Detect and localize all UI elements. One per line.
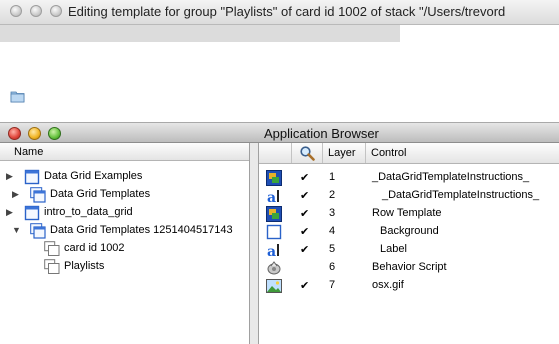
control-row[interactable]: ✔ 7 osx.gif xyxy=(259,277,559,295)
visible-column-header[interactable] xyxy=(292,143,323,163)
app-browser-title: Application Browser xyxy=(264,126,379,141)
minimize-button[interactable] xyxy=(28,127,41,140)
substack-icon xyxy=(30,223,46,239)
background-toolbar xyxy=(0,25,400,42)
control-row[interactable]: ✔ 4 Background xyxy=(259,223,559,241)
visible-checkmark[interactable]: ✔ xyxy=(300,171,309,184)
tree-item-playlists[interactable]: Playlists xyxy=(0,258,249,276)
magnifier-icon xyxy=(299,145,315,164)
expand-triangle-icon[interactable]: ▶ xyxy=(6,208,15,217)
tree-item-data-grid-templates[interactable]: ▶ Data Grid Templates xyxy=(0,186,249,204)
visible-checkmark[interactable]: ✔ xyxy=(300,207,309,220)
svg-text:a: a xyxy=(267,244,276,258)
tree-item-card-id-1002[interactable]: card id 1002 xyxy=(0,240,249,258)
visible-checkmark[interactable]: ✔ xyxy=(300,189,309,202)
tree-item-data-grid-templates-1251404517143[interactable]: ▼ Data Grid Templates 1251404517143 xyxy=(0,222,249,240)
collapse-triangle-icon[interactable]: ▼ xyxy=(12,226,21,235)
group-icon xyxy=(266,206,282,222)
visible-checkmark[interactable]: ✔ xyxy=(300,243,309,256)
pane-splitter[interactable] xyxy=(250,143,259,344)
expand-triangle-icon[interactable]: ▶ xyxy=(12,190,21,199)
substack-icon xyxy=(30,187,46,203)
zoom-button[interactable] xyxy=(48,127,61,140)
stack-icon xyxy=(24,205,40,221)
control-column-header[interactable]: Control xyxy=(366,143,559,163)
background-window-titlebar: Editing template for group "Playlists" o… xyxy=(0,0,559,25)
control-row[interactable]: ✔ 1 _DataGridTemplateInstructions_ xyxy=(259,169,559,187)
image-icon xyxy=(266,278,282,294)
visible-checkmark[interactable]: ✔ xyxy=(300,225,309,238)
control-row[interactable]: a ✔ 2 _DataGridTemplateInstructions_ xyxy=(259,187,559,206)
app-browser-titlebar: Application Browser xyxy=(0,122,559,143)
field-icon: a xyxy=(266,188,282,206)
name-column-header[interactable]: Name xyxy=(0,143,249,161)
tree-item-intro-to-data-grid[interactable]: ▶ intro_to_data_grid xyxy=(0,204,249,222)
close-button[interactable] xyxy=(10,5,22,17)
type-column-header[interactable] xyxy=(259,143,292,163)
field-icon: a xyxy=(266,242,282,260)
control-row[interactable]: 6 Behavior Script xyxy=(259,259,559,277)
group-icon xyxy=(266,170,282,186)
graphic-icon xyxy=(266,224,282,240)
behavior-script-icon xyxy=(266,260,282,276)
tree-item-data-grid-examples[interactable]: ▶ Data Grid Examples xyxy=(0,168,249,186)
control-row[interactable]: ✔ 3 Row Template xyxy=(259,205,559,223)
control-row[interactable]: a ✔ 5 Label xyxy=(259,241,559,260)
window-title: Editing template for group "Playlists" o… xyxy=(68,4,506,19)
expand-triangle-icon[interactable]: ▶ xyxy=(6,172,15,181)
card-icon xyxy=(44,241,60,257)
close-button[interactable] xyxy=(8,127,21,140)
zoom-button[interactable] xyxy=(50,5,62,17)
svg-text:a: a xyxy=(267,190,276,204)
controls-list-header: Layer Control xyxy=(259,143,559,164)
controls-list-pane[interactable]: Layer Control ✔ 1 _DataGridTemplateInstr… xyxy=(259,143,559,344)
card-icon xyxy=(44,259,60,275)
stack-tree-pane[interactable]: Name ▶ Data Grid Examples ▶ Data Grid Te… xyxy=(0,143,250,344)
folder-icon[interactable] xyxy=(10,88,26,104)
layer-column-header[interactable]: Layer xyxy=(323,143,366,163)
minimize-button[interactable] xyxy=(30,5,42,17)
stack-icon xyxy=(24,169,40,185)
visible-checkmark[interactable]: ✔ xyxy=(300,279,309,292)
